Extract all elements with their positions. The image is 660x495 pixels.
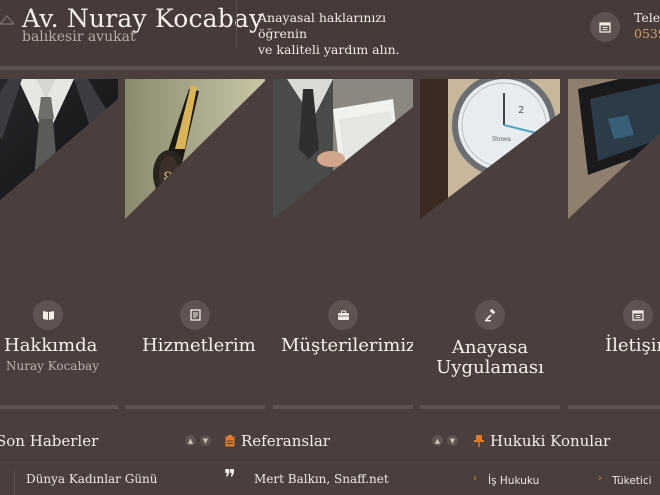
tile-bar <box>420 405 560 409</box>
bottom-rule <box>0 462 660 463</box>
phone-label: Telef <box>634 10 660 25</box>
reference-item: Mert Balkın, Snaff.net <box>254 472 389 486</box>
header-tagline: Anayasal haklarınızı öğrenin ve kaliteli… <box>258 10 438 58</box>
phone-badge <box>590 12 620 42</box>
site-subtitle: balıkesir avukat <box>22 29 136 45</box>
tagline-line-1: Anayasal haklarınızı öğrenin <box>258 10 387 41</box>
chevron-right-icon: › <box>473 473 477 484</box>
tile-icon-circle <box>33 300 63 330</box>
topics-section-title: Hukuki Konular <box>490 432 611 450</box>
tile-icon-circle <box>475 300 505 330</box>
tile-title[interactable]: Anayasa Uygulaması <box>420 338 560 378</box>
calendar-icon <box>632 310 644 321</box>
news-item[interactable]: Dünya Kadınlar Günü <box>26 472 158 486</box>
tile-hakkimda[interactable]: Hakkımda Nuray Kocabay <box>0 79 118 409</box>
tile-musterilerimiz[interactable]: Müşterilerimiz <box>273 79 413 409</box>
tile-hizmetlerim[interactable]: 8 Hizmetlerim <box>125 79 265 409</box>
topics-prev-button[interactable]: ▲ <box>432 435 443 446</box>
tile-subtitle: Nuray Kocabay <box>6 359 100 373</box>
tile-icon-circle <box>180 300 210 330</box>
tile-title-line-2: Uygulaması <box>436 357 544 378</box>
tile-iletisim[interactable]: İletişim <box>568 79 660 409</box>
document-icon <box>189 309 201 321</box>
briefcase-icon <box>337 310 349 320</box>
tile-bar <box>568 405 660 409</box>
chevron-down-icon: ▼ <box>449 436 456 445</box>
news-prev-button[interactable]: ▲ <box>185 435 196 446</box>
tile-bar <box>125 405 265 409</box>
phone-number[interactable]: 0539 <box>634 26 660 41</box>
tile-title[interactable]: İletişim <box>605 336 660 356</box>
tile-anayasa-uygulamasi[interactable]: 2 Stowa Anayasa Uygulaması <box>420 79 560 409</box>
tile-photo-businessman <box>273 79 413 219</box>
news-next-button[interactable]: ▼ <box>200 435 211 446</box>
chevron-down-icon: ▼ <box>202 436 209 445</box>
tile-bar <box>0 405 118 409</box>
tile-photo-phone <box>568 79 660 219</box>
book-icon <box>42 310 54 320</box>
topic-link[interactable]: Tüketici <box>612 475 652 487</box>
gavel-icon <box>484 308 495 321</box>
tile-icon-circle <box>623 300 653 330</box>
tile-photo-pen: 8 <box>125 79 265 219</box>
clipboard-icon <box>225 435 235 447</box>
site-header: Av. Nuray Kocabay balıkesir avukat Anaya… <box>0 0 660 66</box>
references-section-title: Referanslar <box>241 432 330 450</box>
topics-next-button[interactable]: ▼ <box>447 435 458 446</box>
calendar-icon <box>599 22 611 33</box>
chevron-up-icon: ▲ <box>187 436 194 445</box>
tagline-line-2: ve kaliteli yardım alın. <box>258 42 400 57</box>
chevron-up-icon: ▲ <box>434 436 441 445</box>
svg-text:Stowa: Stowa <box>492 136 511 143</box>
svg-text:2: 2 <box>518 105 524 116</box>
tile-photo-suit <box>0 79 118 219</box>
header-divider <box>236 0 237 48</box>
tile-title-line-1: Anayasa <box>451 337 529 358</box>
tile-title[interactable]: Müşterilerimiz <box>281 336 413 356</box>
tile-icon-circle <box>328 300 358 330</box>
logo-icon <box>0 15 14 25</box>
tile-photo-watch: 2 Stowa <box>420 79 560 219</box>
news-divider <box>14 470 15 495</box>
chevron-right-icon: › <box>598 473 602 484</box>
header-rule <box>0 66 660 70</box>
tile-title[interactable]: Hakkımda <box>4 336 97 356</box>
topic-link[interactable]: İş Hukuku <box>488 475 539 487</box>
quote-icon: ❞ <box>224 466 236 491</box>
pin-icon <box>474 435 484 447</box>
tile-title[interactable]: Hizmetlerim <box>142 336 256 356</box>
news-section-title: Son Haberler <box>0 432 99 450</box>
tile-bar <box>273 405 413 409</box>
